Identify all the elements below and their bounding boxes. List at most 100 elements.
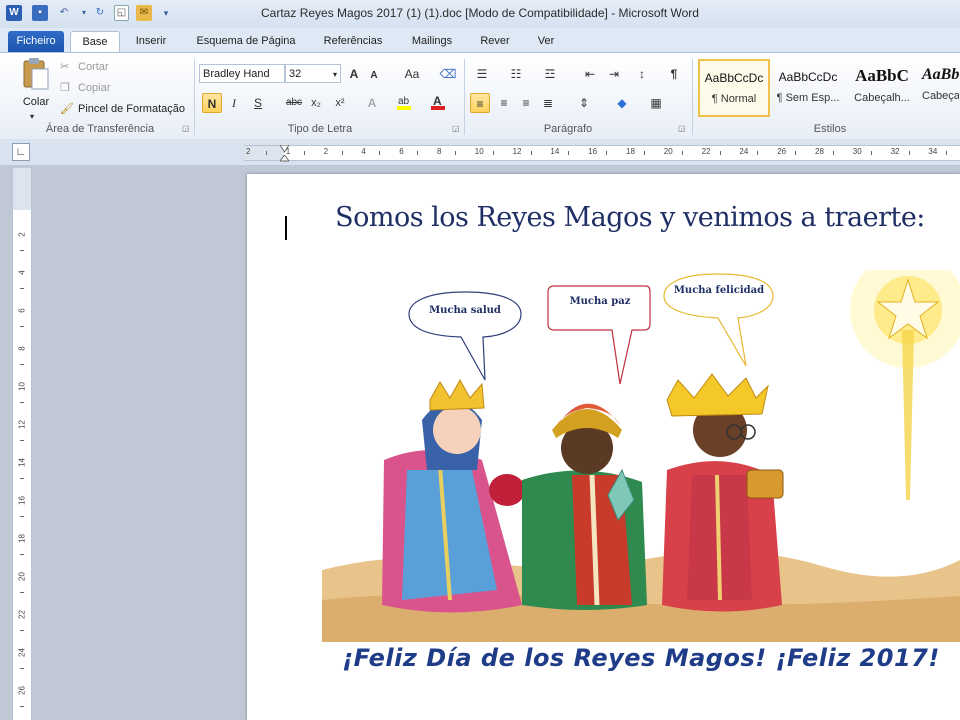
ruler-number: 18 xyxy=(17,534,27,543)
format-painter-button[interactable]: Pincel de Formatação xyxy=(78,100,185,118)
italic-button[interactable]: I xyxy=(224,93,244,113)
show-marks-button[interactable]: ¶ xyxy=(664,64,684,84)
line-spacing-icon[interactable]: ⇕ xyxy=(574,93,594,113)
tab-ficheiro[interactable]: Ficheiro xyxy=(8,31,64,52)
ruler-number: 24 xyxy=(739,147,749,156)
bubble-text-happiness: Mucha felicidad xyxy=(673,285,765,296)
tab-esquema-de-pagina[interactable]: Esquema de Página xyxy=(186,31,306,52)
bubble-text-peace: Mucha paz xyxy=(569,296,631,307)
ruler-tick xyxy=(20,326,24,327)
tab-inserir[interactable]: Inserir xyxy=(128,31,174,52)
ruler-tick xyxy=(455,151,456,155)
paragraph-group-label: Parágrafo xyxy=(543,123,593,135)
highlight-icon[interactable]: ab xyxy=(394,93,414,113)
cut-button[interactable]: Cortar xyxy=(78,58,109,76)
copy-button[interactable]: Copiar xyxy=(78,79,110,97)
ruler-tick xyxy=(492,151,494,155)
underline-button[interactable]: S xyxy=(248,93,268,113)
font-name-combo[interactable]: Bradley Hand xyxy=(199,64,285,83)
font-color-icon[interactable]: A xyxy=(428,93,448,113)
ruler-number: 28 xyxy=(815,147,824,156)
ruler-number: 30 xyxy=(852,147,862,156)
svg-text:A: A xyxy=(433,94,442,108)
ruler-tick xyxy=(20,630,24,631)
ruler-number: 6 xyxy=(17,308,27,313)
align-left-icon[interactable]: ≡ xyxy=(470,93,490,113)
bold-button[interactable]: N xyxy=(202,93,222,113)
tab-stop-selector[interactable]: ∟ xyxy=(12,143,30,161)
style-heading-2[interactable]: AaBb Cabeça xyxy=(918,59,960,117)
dialog-launcher-icon[interactable]: ◲ xyxy=(182,124,190,133)
clear-formatting-icon[interactable]: ⌫ xyxy=(438,64,458,84)
numbering-icon[interactable]: ☷ xyxy=(506,64,526,84)
ruler-tick xyxy=(20,478,24,479)
ruler-tick xyxy=(833,151,834,155)
format-painter-icon[interactable]: 🖌 xyxy=(60,100,74,118)
paste-button[interactable]: Colar xyxy=(20,93,52,111)
shrink-font-button[interactable]: A xyxy=(364,66,384,86)
decrease-indent-icon[interactable]: ⇤ xyxy=(580,64,600,84)
ruler-number: 26 xyxy=(17,686,27,695)
paste-icon[interactable] xyxy=(20,57,50,91)
style-no-spacing[interactable]: AaBbCcDc ¶ Sem Esp... xyxy=(772,59,844,117)
ruler-tick xyxy=(606,151,608,155)
change-case-button[interactable]: Aa xyxy=(398,64,426,84)
horizontal-ruler[interactable]: 2 1 2 4 6 8 10 12 14 16 18 20 22 24 26 28 30 32 34 xyxy=(244,144,960,162)
font-size-combo[interactable]: 32 ▾ xyxy=(285,64,341,83)
subscript-button[interactable]: x₂ xyxy=(306,93,326,113)
tab-ver[interactable]: Ver xyxy=(528,31,564,52)
style-heading-1[interactable]: AaBbC Cabeçalh... xyxy=(846,59,918,117)
ruler-number: 32 xyxy=(890,147,900,156)
justify-icon[interactable]: ≣ xyxy=(538,93,558,113)
cut-icon[interactable]: ✂ xyxy=(60,58,69,76)
tab-rever[interactable]: Rever xyxy=(472,31,518,52)
tab-mailings[interactable]: Mailings xyxy=(404,31,460,52)
document-heading[interactable]: Somos los Reyes Magos y venimos a traert… xyxy=(300,202,960,233)
group-separator xyxy=(194,59,195,135)
ruler-number: 1 xyxy=(285,147,291,156)
grow-font-button[interactable]: A xyxy=(344,64,364,84)
tab-referencias[interactable]: Referências xyxy=(316,31,390,52)
clipboard-group-label: Área de Transferência xyxy=(45,123,155,135)
tab-base[interactable]: Base xyxy=(70,31,120,53)
text-effects-icon[interactable]: A xyxy=(362,93,382,113)
ruler-tick xyxy=(946,151,948,155)
multilevel-list-icon[interactable]: ☲ xyxy=(540,64,560,84)
ruler-number: 20 xyxy=(17,572,27,581)
style-name: Cabeça xyxy=(922,90,959,102)
ruler-tick xyxy=(20,440,24,441)
borders-icon[interactable]: ▦ xyxy=(646,93,666,113)
ruler-number: 2 xyxy=(323,147,329,156)
chevron-down-icon: ▾ xyxy=(332,70,337,79)
align-right-icon[interactable]: ≡ xyxy=(516,93,536,113)
dialog-launcher-icon[interactable]: ◲ xyxy=(678,124,686,133)
ruler-tick xyxy=(379,151,381,155)
ruler-number: 8 xyxy=(17,346,27,351)
ruler-tick xyxy=(20,706,24,707)
king-gaspar xyxy=(662,373,784,612)
bullets-icon[interactable]: ☰ xyxy=(472,64,492,84)
ruler-number: 12 xyxy=(512,147,522,156)
align-center-icon[interactable]: ≡ xyxy=(494,93,514,113)
copy-icon[interactable]: ❐ xyxy=(60,79,70,97)
document-footer-text[interactable]: ¡Feliz Día de los Reyes Magos! ¡Feliz 20… xyxy=(322,644,960,672)
ruler-number: 10 xyxy=(474,147,484,156)
ruler-number: 8 xyxy=(437,147,442,156)
shading-icon[interactable]: ◆ xyxy=(612,93,632,113)
speech-bubble-health[interactable] xyxy=(405,290,525,382)
star-of-bethlehem xyxy=(850,270,960,500)
dialog-launcher-icon[interactable]: ◲ xyxy=(452,124,460,133)
ruler-number: 20 xyxy=(663,147,673,156)
ribbon: Colar ▾ ✂ Cortar ❐ Copiar 🖌 Pincel de Fo… xyxy=(0,52,960,140)
font-size-value: 32 xyxy=(289,68,302,80)
ruler-number: 6 xyxy=(399,147,404,156)
superscript-button[interactable]: x² xyxy=(330,93,350,113)
increase-indent-icon[interactable]: ⇥ xyxy=(604,64,624,84)
ruler-tick xyxy=(681,151,683,155)
vertical-ruler[interactable]: 2 4 6 8 10 12 14 16 18 20 22 24 26 xyxy=(12,168,32,720)
style-normal[interactable]: AaBbCcDc ¶ Normal xyxy=(698,59,770,117)
strikethrough-button[interactable]: abc xyxy=(282,93,306,113)
sort-icon[interactable]: ↕ xyxy=(632,64,652,84)
style-name: ¶ Sem Esp... xyxy=(776,92,840,104)
ruler-number: 14 xyxy=(550,147,560,156)
